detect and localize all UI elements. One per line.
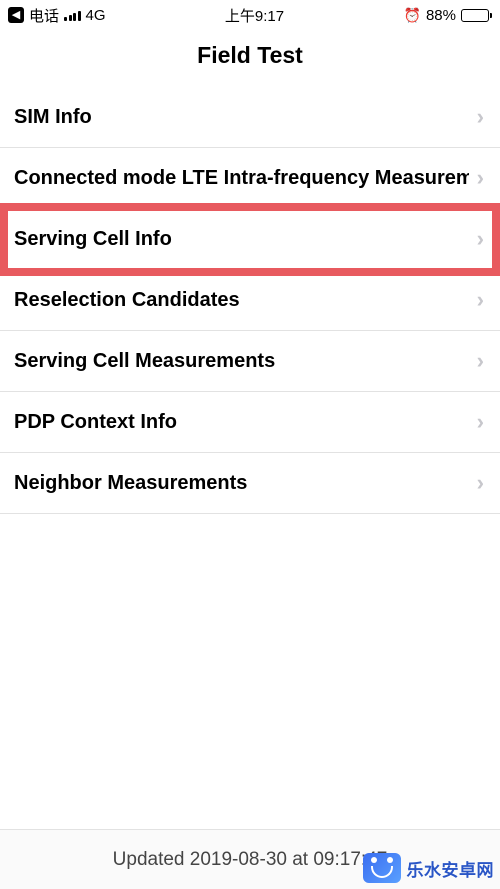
row-label: Neighbor Measurements (14, 472, 247, 495)
back-indicator-icon: ◀ (8, 7, 24, 23)
row-label: SIM Info (14, 106, 92, 129)
battery-icon (461, 9, 492, 22)
highlighted-row-wrap: Serving Cell Info › (0, 209, 500, 270)
watermark-text: 乐水安卓网 (407, 856, 495, 881)
row-label: Connected mode LTE Intra-frequency Measu… (14, 167, 469, 190)
status-right: ⏰ 88% (404, 7, 492, 24)
chevron-right-icon: › (477, 348, 484, 374)
row-label: Reselection Candidates (14, 289, 240, 312)
chevron-right-icon: › (477, 165, 484, 191)
chevron-right-icon: › (477, 104, 484, 130)
page-title: Field Test (0, 30, 500, 87)
watermark-logo-icon (363, 853, 401, 883)
row-pdp-context-info[interactable]: PDP Context Info › (0, 392, 500, 453)
chevron-right-icon: › (477, 409, 484, 435)
status-time: 上午9:17 (225, 5, 284, 26)
updated-label: Updated 2019-08-30 at 09:17:47 (113, 849, 388, 871)
status-left: ◀ 电话 4G (8, 5, 106, 26)
row-neighbor-measurements[interactable]: Neighbor Measurements › (0, 453, 500, 514)
carrier-label: 电话 (29, 5, 59, 26)
alarm-icon: ⏰ (404, 7, 421, 24)
status-bar: ◀ 电话 4G 上午9:17 ⏰ 88% (0, 0, 500, 30)
chevron-right-icon: › (477, 287, 484, 313)
chevron-right-icon: › (477, 470, 484, 496)
row-sim-info[interactable]: SIM Info › (0, 87, 500, 148)
row-connected-mode-lte[interactable]: Connected mode LTE Intra-frequency Measu… (0, 148, 500, 209)
menu-list: SIM Info › Connected mode LTE Intra-freq… (0, 87, 500, 514)
watermark: 乐水安卓网 (363, 853, 495, 883)
row-serving-cell-measurements[interactable]: Serving Cell Measurements › (0, 331, 500, 392)
row-label: Serving Cell Measurements (14, 350, 275, 373)
row-serving-cell-info[interactable]: Serving Cell Info › (0, 209, 500, 270)
battery-pct: 88% (426, 7, 456, 24)
row-reselection-candidates[interactable]: Reselection Candidates › (0, 270, 500, 331)
chevron-right-icon: › (477, 226, 484, 252)
row-label: Serving Cell Info (14, 228, 172, 251)
signal-icon (64, 9, 81, 21)
row-label: PDP Context Info (14, 411, 177, 434)
network-label: 4G (86, 7, 106, 24)
